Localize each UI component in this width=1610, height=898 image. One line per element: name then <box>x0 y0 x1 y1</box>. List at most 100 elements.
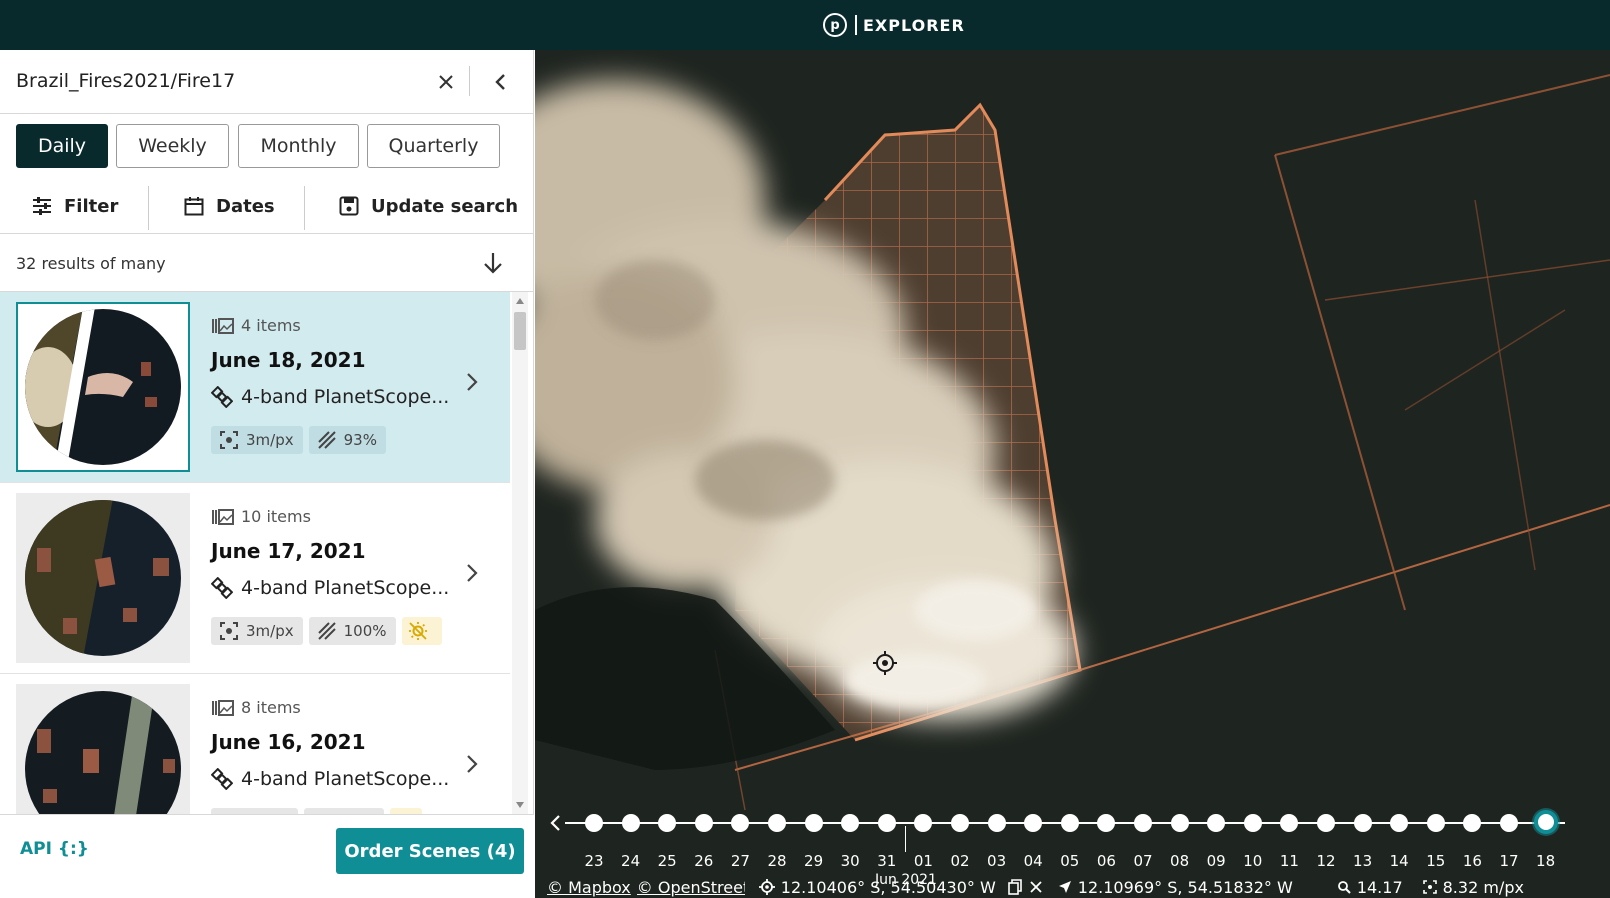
clear-search-button[interactable] <box>431 67 461 97</box>
zoom-icon <box>1337 881 1351 894</box>
map-status-bar: © Mapbox © OpenStreetM 12.10406° S, 54.5… <box>535 876 1610 898</box>
product-name: 4-band PlanetScope... <box>211 577 449 599</box>
api-link[interactable]: API {:} <box>20 839 89 859</box>
items-label: 10 items <box>241 507 311 526</box>
save-icon <box>339 196 359 216</box>
satellite-imagery <box>535 50 1610 898</box>
scroll-thumb[interactable] <box>514 312 526 350</box>
result-card[interactable]: 8 items June 16, 2021 4-band PlanetScope… <box>0 674 510 814</box>
copy-icon[interactable] <box>1007 879 1022 895</box>
scene-chips: 3m/px 93% <box>211 426 392 454</box>
actions-row: Filter Dates Update search <box>0 178 534 234</box>
scene-preview-image <box>25 309 181 465</box>
timeline-prev-icon[interactable] <box>549 814 563 832</box>
timeline-day-label: 06 <box>1096 852 1116 870</box>
items-count: 4 items <box>211 316 301 335</box>
scroll-up-arrow-icon[interactable] <box>516 298 524 304</box>
timeline-day-dot[interactable] <box>1280 814 1299 832</box>
scene-thumbnail[interactable] <box>16 302 190 472</box>
timeline-day-label: 01 <box>913 852 933 870</box>
result-card[interactable]: 10 items June 17, 2021 4-band PlanetScop… <box>0 483 510 674</box>
chevron-right-icon[interactable] <box>465 372 479 392</box>
resolution-value: 3m/px <box>246 622 294 640</box>
timeline-day-label: 17 <box>1499 852 1519 870</box>
arrow-down-icon <box>484 253 502 274</box>
period-monthly-button[interactable]: Monthly <box>238 124 359 168</box>
timeline-day-dot[interactable] <box>1060 814 1079 832</box>
scroll-down-arrow-icon[interactable] <box>516 802 524 808</box>
brand[interactable]: p EXPLORER <box>823 12 965 38</box>
center-coordinates: 12.10406° S, 54.50430° W <box>780 877 996 897</box>
timeline-day-dot[interactable] <box>841 814 860 832</box>
results-row: 32 results of many <box>0 234 534 292</box>
timeline-day-dot[interactable] <box>1500 814 1518 832</box>
divider <box>304 186 305 230</box>
update-search-button[interactable]: Update search <box>339 178 518 234</box>
dates-button[interactable]: Dates <box>184 178 275 234</box>
period-daily-button[interactable]: Daily <box>16 124 108 168</box>
map-view[interactable]: Jun 2021 23 24 25 26 27 28 29 30 31 01 02 03 04 05 06 0… <box>535 50 1610 898</box>
sidebar-footer: API {:} Order Scenes (4) <box>0 814 534 898</box>
period-quarterly-button[interactable]: Quarterly <box>367 124 500 168</box>
timeline-day-dot[interactable] <box>768 814 786 832</box>
coverage-value: 100% <box>343 622 387 640</box>
timeline-day-dot[interactable] <box>1207 814 1226 832</box>
app-title: EXPLORER <box>863 15 965 35</box>
timeline-day-dot[interactable] <box>1426 814 1445 832</box>
timeline-day-dot[interactable] <box>1243 814 1262 832</box>
timeline-day-dot[interactable] <box>658 814 677 832</box>
collapse-sidebar-button[interactable] <box>486 67 516 97</box>
timeline-day-dot[interactable] <box>731 814 750 832</box>
divider <box>148 186 149 230</box>
coverage-chip: 93% <box>308 426 386 454</box>
timeline-day-dot[interactable] <box>1317 814 1335 832</box>
order-scenes-button[interactable]: Order Scenes (4) <box>336 828 524 874</box>
timeline-day-dot[interactable] <box>951 814 969 832</box>
timeline-day-dot[interactable] <box>1024 814 1043 832</box>
timeline-day-label: 04 <box>1023 852 1043 870</box>
resolution-value: 3m/px <box>246 431 294 449</box>
timeline-day-dot[interactable] <box>621 814 640 832</box>
osm-attribution[interactable]: © OpenStreetM <box>637 878 745 897</box>
timeline-day-dot[interactable] <box>804 814 823 832</box>
timeline-day-dot[interactable] <box>987 814 1006 832</box>
timeline-day-label: 15 <box>1426 852 1446 870</box>
timeline-day-label: 18 <box>1536 852 1556 870</box>
timeline-day-label: 07 <box>1133 852 1153 870</box>
timeline-day-dot[interactable] <box>1533 810 1558 834</box>
timeline-day-dot[interactable] <box>1134 814 1152 832</box>
update-search-label: Update search <box>371 195 519 217</box>
date-timeline: Jun 2021 23 24 25 26 27 28 29 30 31 01 02 03 04 05 06 0… <box>535 810 1610 888</box>
results-list: 4 items June 18, 2021 4-band PlanetScope… <box>0 292 510 814</box>
timeline-day-dot[interactable] <box>694 814 713 832</box>
mapbox-attribution[interactable]: © Mapbox <box>547 878 631 897</box>
scene-thumbnail[interactable] <box>16 684 190 814</box>
chevron-right-icon[interactable] <box>465 563 479 583</box>
search-row: Brazil_Fires2021/Fire17 <box>0 50 534 114</box>
filter-button[interactable]: Filter <box>32 178 118 234</box>
results-scrollbar[interactable] <box>512 292 528 814</box>
search-query[interactable]: Brazil_Fires2021/Fire17 <box>16 70 235 92</box>
timeline-day-dot[interactable] <box>1390 814 1409 832</box>
timeline-day-dot[interactable] <box>914 814 933 832</box>
close-icon[interactable] <box>1030 881 1042 893</box>
timeline-day-dot[interactable] <box>1353 814 1372 832</box>
scene-preview-image <box>25 500 181 656</box>
scene-thumbnail[interactable] <box>16 493 190 663</box>
sliders-icon <box>33 197 51 215</box>
result-card[interactable]: 4 items June 18, 2021 4-band PlanetScope… <box>0 292 510 483</box>
timeline-day-dot[interactable] <box>877 814 896 832</box>
image-stack-icon <box>212 508 234 525</box>
timeline-day-label: 29 <box>804 852 824 870</box>
timeline-day-dot[interactable] <box>1170 814 1189 832</box>
timeline-day-dot[interactable] <box>1463 814 1482 832</box>
scene-date: June 16, 2021 <box>211 730 366 754</box>
timeline-day-label: 28 <box>767 852 787 870</box>
timeline-day-dot[interactable] <box>585 814 603 832</box>
period-weekly-button[interactable]: Weekly <box>116 124 229 168</box>
product-name: 4-band PlanetScope... <box>211 386 449 408</box>
chevron-right-icon[interactable] <box>465 754 479 774</box>
sort-button[interactable] <box>478 248 508 278</box>
timeline-day-label: 13 <box>1353 852 1373 870</box>
timeline-day-dot[interactable] <box>1097 814 1116 832</box>
